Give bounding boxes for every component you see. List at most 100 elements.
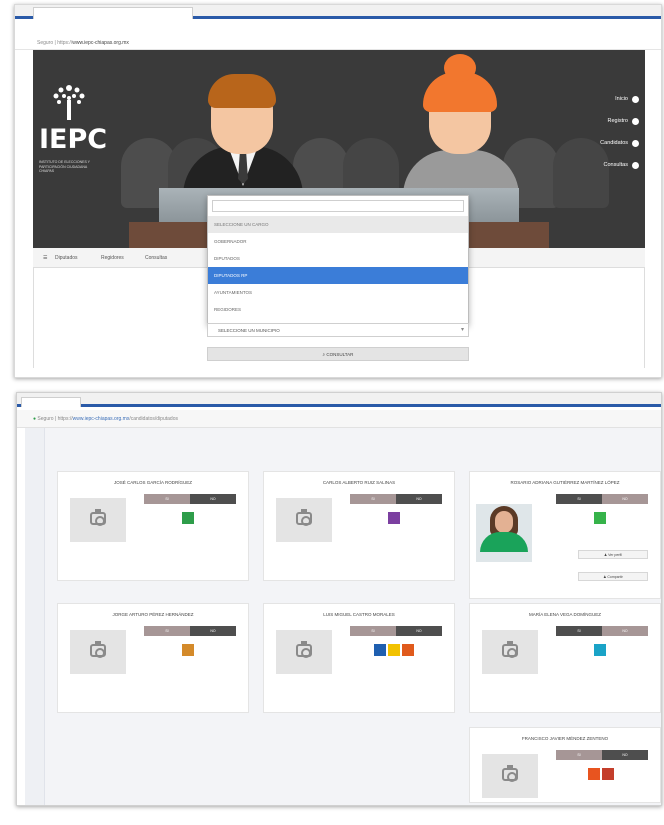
dropdown-option[interactable]: GOBERNADOR [208, 233, 468, 250]
hero-menu-item-consultas[interactable]: Consultas [549, 154, 639, 176]
vote-yes-button[interactable]: SI [144, 626, 190, 636]
nav-item-consultas[interactable]: Consultas [145, 255, 167, 261]
consult-button-label: CONSULTAR [326, 352, 354, 357]
bullet-icon [632, 117, 639, 125]
nav-item-regidores[interactable]: Regidores [101, 255, 124, 261]
browser-tab-bar [17, 393, 661, 407]
browser-tab-bar [15, 5, 661, 19]
screenshot-search: Seguro | https://www.iepc-chiapas.org.mx [14, 4, 662, 378]
vote-yes-button[interactable]: SI [556, 494, 602, 504]
hero-menu-item-candidatos[interactable]: Candidatos [549, 132, 639, 154]
party-logo-icon [402, 644, 414, 656]
camera-icon [90, 509, 106, 526]
party-logo-icon [182, 644, 194, 656]
logo-subtitle-text: INSTITUTO DE ELECCIONES Y PARTICIPACIÓN … [39, 160, 90, 169]
party-logo-icon [602, 768, 614, 780]
man-hair [208, 74, 276, 108]
candidate-card[interactable]: CARLOS ALBERTO RUIZ SALINAS SI NO [263, 471, 455, 581]
dropdown-option[interactable]: AYUNTAMIENTOS [208, 284, 468, 301]
party-logos [374, 644, 414, 656]
url-domain: www.iepc-chiapas.org.mx [72, 416, 130, 422]
vote-toggle[interactable]: SI NO [350, 626, 442, 636]
cargo-dropdown[interactable]: SELECCIONE UN CARGO GOBERNADOR DIPUTADOS… [207, 195, 469, 325]
vote-yes-button[interactable]: SI [556, 626, 602, 636]
party-logo-icon [594, 512, 606, 524]
logo-state: CHIAPAS [39, 169, 55, 173]
candidate-photo-placeholder [482, 754, 538, 798]
hero-menu: Inicio Registro Candidatos Consultas [549, 88, 639, 176]
bullet-icon [632, 95, 639, 103]
share-button[interactable]: ♟ Compartir [578, 572, 648, 581]
camera-icon [296, 641, 312, 658]
url-text[interactable]: Seguro | https://www.iepc-chiapas.org.mx [37, 40, 129, 46]
nav-item-diputados[interactable]: Diputados [55, 255, 78, 261]
address-bar[interactable]: Seguro | https://www.iepc-chiapas.org.mx [15, 22, 661, 50]
candidate-photo-placeholder [70, 630, 126, 674]
logo-subtitle: INSTITUTO DE ELECCIONES Y PARTICIPACIÓN … [39, 160, 105, 174]
party-logos [182, 644, 194, 656]
vote-yes-button[interactable]: SI [350, 494, 396, 504]
candidate-name: JOSÉ CARLOS GARCÍA RODRÍGUEZ [113, 480, 192, 485]
party-logo-icon [388, 512, 400, 524]
party-logos [594, 512, 606, 524]
dropdown-option[interactable]: REGIDORES [208, 301, 468, 318]
vote-no-button[interactable]: NO [396, 494, 442, 504]
vote-no-button[interactable]: NO [190, 494, 236, 504]
dropdown-search-input[interactable] [212, 200, 464, 212]
view-profile-button[interactable]: ♟ Ver perfil [578, 550, 648, 559]
party-logos [388, 512, 400, 524]
hero-menu-label: Consultas [603, 162, 628, 168]
party-logo-icon [594, 644, 606, 656]
vote-yes-button[interactable]: SI [556, 750, 602, 760]
candidate-card[interactable]: ROSARIO ADRIANA GUTIÉRREZ MARTÍNEZ LÓPEZ… [469, 471, 661, 599]
vote-toggle[interactable]: SI NO [556, 494, 648, 504]
party-logos [594, 644, 606, 656]
party-logo-icon [374, 644, 386, 656]
camera-icon [502, 641, 518, 658]
vote-no-button[interactable]: NO [602, 750, 648, 760]
dropdown-option[interactable]: SELECCIONE UN CARGO [208, 216, 468, 233]
left-sidebar [25, 428, 45, 805]
candidate-photo-placeholder [276, 498, 332, 542]
vote-toggle[interactable]: SI NO [556, 626, 648, 636]
address-bar[interactable]: ● Seguro | https://www.iepc-chiapas.org.… [17, 410, 661, 428]
dropdown-option[interactable]: DIPUTADOS [208, 250, 468, 267]
screenshot-candidates: ● Seguro | https://www.iepc-chiapas.org.… [16, 392, 662, 806]
candidate-name: LUIS MIGUEL CASTRO MORALES [323, 612, 395, 617]
camera-icon [90, 641, 106, 658]
vote-toggle[interactable]: SI NO [144, 494, 236, 504]
vote-toggle[interactable]: SI NO [350, 494, 442, 504]
dropdown-option-selected[interactable]: DIPUTADOS RP [208, 267, 468, 284]
vote-yes-button[interactable]: SI [350, 626, 396, 636]
vote-no-button[interactable]: NO [602, 626, 648, 636]
vote-no-button[interactable]: NO [396, 626, 442, 636]
consult-button[interactable]: ⌕ CONSULTAR [207, 347, 469, 361]
logo-acronym: IEPC [39, 124, 108, 155]
lock-icon: ● [33, 416, 37, 422]
tree-logo-icon [53, 85, 85, 120]
browser-tab[interactable] [33, 7, 193, 19]
municipio-select[interactable]: SELECCIONE UN MUNICIPIO [207, 323, 469, 337]
menu-icon[interactable]: ☰ [43, 255, 47, 261]
vote-toggle[interactable]: SI NO [556, 750, 648, 760]
candidate-photo-placeholder [276, 630, 332, 674]
browser-tab[interactable] [21, 397, 81, 407]
vote-no-button[interactable]: NO [602, 494, 648, 504]
candidate-card[interactable]: JORGE ARTURO PÉREZ HERNÁNDEZ SI NO [57, 603, 249, 713]
candidate-card[interactable]: LUIS MIGUEL CASTRO MORALES SI NO [263, 603, 455, 713]
vote-yes-button[interactable]: SI [144, 494, 190, 504]
candidate-name: CARLOS ALBERTO RUIZ SALINAS [322, 480, 396, 485]
party-logos [588, 768, 614, 780]
vote-toggle[interactable]: SI NO [144, 626, 236, 636]
iepc-logo[interactable]: IEPC INSTITUTO DE ELECCIONES Y PARTICIPA… [39, 82, 109, 192]
candidate-card[interactable]: MARÍA ELENA VEGA DOMÍNGUEZ SI NO [469, 603, 661, 713]
vote-no-button[interactable]: NO [190, 626, 236, 636]
woman-hair-bun [444, 54, 476, 82]
party-logo-icon [388, 644, 400, 656]
candidate-card[interactable]: JOSÉ CARLOS GARCÍA RODRÍGUEZ SI NO [57, 471, 249, 581]
hero-menu-item-inicio[interactable]: Inicio [549, 88, 639, 110]
candidate-card[interactable]: FRANCISCO JAVIER MÉNDEZ ZENTENO SI NO [469, 727, 661, 803]
user-icon: ♟ [603, 575, 607, 579]
hero-menu-item-registro[interactable]: Registro [549, 110, 639, 132]
url-prefix: Seguro | https:// [37, 416, 73, 422]
